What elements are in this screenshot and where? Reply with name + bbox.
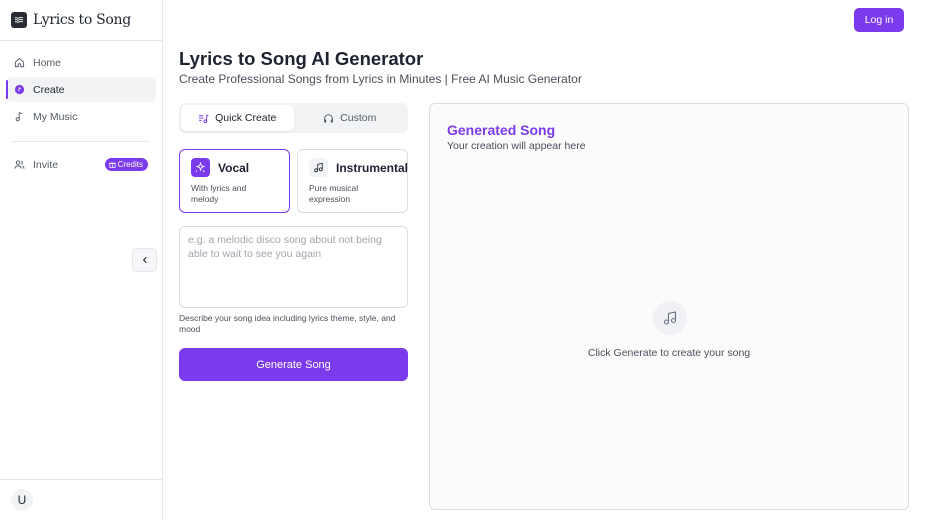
sidebar: Lyrics to Song Home Create My Music Invi… — [0, 0, 163, 520]
sidebar-item-home[interactable]: Home — [6, 50, 156, 75]
tab-quick-create[interactable]: Quick Create — [181, 105, 294, 131]
login-button[interactable]: Log in — [854, 8, 904, 32]
music-note-icon — [309, 158, 328, 177]
sidebar-item-label: Home — [33, 56, 62, 69]
credits-badge-label: Credits — [117, 160, 143, 169]
music-note-icon — [653, 301, 687, 335]
prompt-help-text: Describe your song idea including lyrics… — [179, 313, 396, 334]
waveform-logo-icon — [11, 12, 27, 28]
brand-name: Lyrics to Song — [33, 12, 131, 28]
output-panel: Generated Song Your creation will appear… — [429, 103, 909, 510]
brand[interactable]: Lyrics to Song — [0, 0, 162, 41]
mode-description: With lyrics and melody — [191, 183, 247, 204]
users-icon — [13, 159, 25, 171]
generate-song-button[interactable]: Generate Song — [179, 348, 408, 381]
sidebar-divider — [12, 141, 150, 142]
sidebar-item-invite[interactable]: Invite Credits — [6, 152, 156, 177]
output-title: Generated Song — [447, 122, 556, 138]
tab-label: Quick Create — [215, 112, 277, 124]
create-icon — [13, 84, 25, 96]
collapse-sidebar-button[interactable] — [132, 248, 157, 272]
gift-icon — [109, 162, 116, 168]
tab-label: Custom — [340, 112, 377, 124]
music-note-icon — [13, 111, 25, 123]
tab-custom[interactable]: Custom — [294, 105, 407, 131]
music-list-icon — [199, 114, 209, 123]
mode-title: Instrumental — [336, 161, 409, 175]
sidebar-item-label: My Music — [33, 110, 78, 123]
sidebar-item-my-music[interactable]: My Music — [6, 104, 156, 129]
mode-title: Vocal — [218, 161, 250, 175]
page-subtitle: Create Professional Songs from Lyrics in… — [179, 72, 582, 86]
sidebar-item-label: Create — [33, 83, 65, 96]
chevron-left-icon — [142, 256, 147, 264]
mode-tabs: Quick Create Custom — [179, 103, 408, 133]
sidebar-item-label: Invite — [33, 158, 59, 171]
avatar[interactable]: U — [11, 489, 33, 511]
song-idea-input[interactable] — [179, 226, 408, 308]
home-icon — [13, 57, 25, 69]
instrumental-mode-card[interactable]: Instrumental Pure musical expression — [297, 149, 408, 213]
empty-state-text: Click Generate to create your song — [587, 347, 751, 359]
headphones-icon — [324, 113, 334, 123]
mode-description: Pure musical expression — [309, 183, 359, 204]
sidebar-item-create[interactable]: Create — [6, 77, 156, 102]
sidebar-nav: Home Create My Music Invite Credits — [0, 41, 162, 177]
page-title: Lyrics to Song AI Generator — [179, 48, 424, 69]
sidebar-footer: U — [0, 479, 162, 520]
sparkle-icon — [191, 158, 210, 177]
credits-badge: Credits — [104, 158, 148, 171]
vocal-mode-card[interactable]: Vocal With lyrics and melody — [179, 149, 290, 213]
output-subtitle: Your creation will appear here — [447, 140, 586, 152]
